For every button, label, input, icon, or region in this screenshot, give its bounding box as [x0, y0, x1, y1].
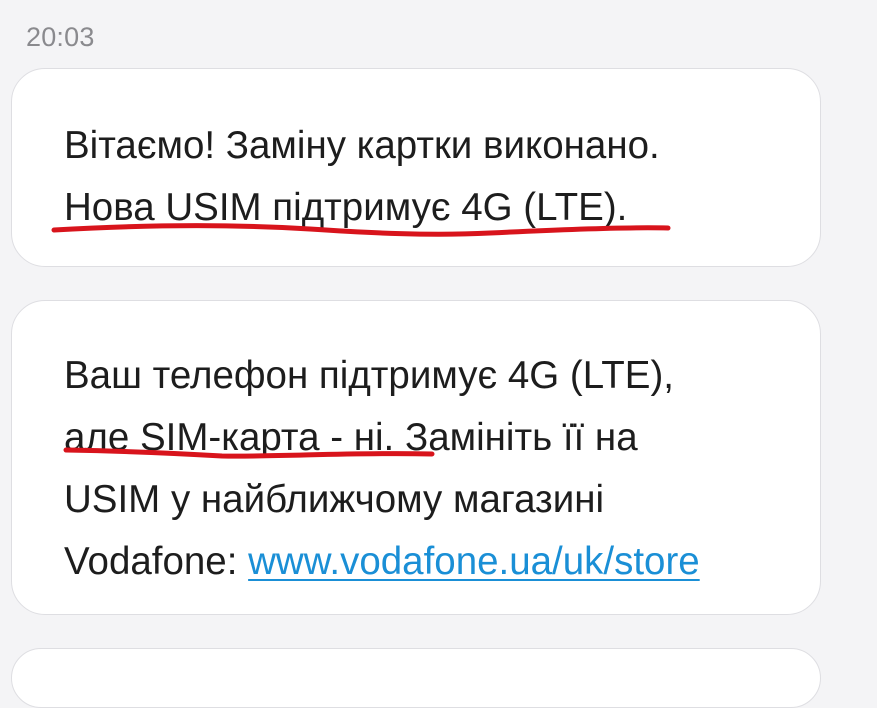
- message-line: Ваш телефон підтримує 4G (LTE),: [64, 354, 674, 397]
- message-timestamp: 20:03: [26, 22, 95, 52]
- message-bubble[interactable]: Ваш телефон підтримує 4G (LTE), але SIM-…: [11, 300, 821, 615]
- store-link[interactable]: www.vodafone.ua/uk/store: [248, 540, 700, 583]
- message-text: Вітаємо! Заміну картки виконано. Нова US…: [64, 115, 660, 239]
- message-line: Вітаємо! Заміну картки виконано.: [64, 124, 660, 167]
- message-bubble[interactable]: Вітаємо! Заміну картки виконано. Нова US…: [11, 68, 821, 267]
- message-line: але SIM-карта - ні. Замініть її на: [64, 416, 638, 459]
- message-bubble[interactable]: [11, 648, 821, 708]
- message-text: Ваш телефон підтримує 4G (LTE), але SIM-…: [64, 345, 700, 593]
- message-line: USIM у найближчому магазині: [64, 478, 605, 521]
- message-line: Vodafone: www.vodafone.ua/uk/store: [64, 531, 700, 593]
- message-line: Нова USIM підтримує 4G (LTE).: [64, 186, 628, 229]
- message-line-prefix: Vodafone:: [64, 540, 249, 583]
